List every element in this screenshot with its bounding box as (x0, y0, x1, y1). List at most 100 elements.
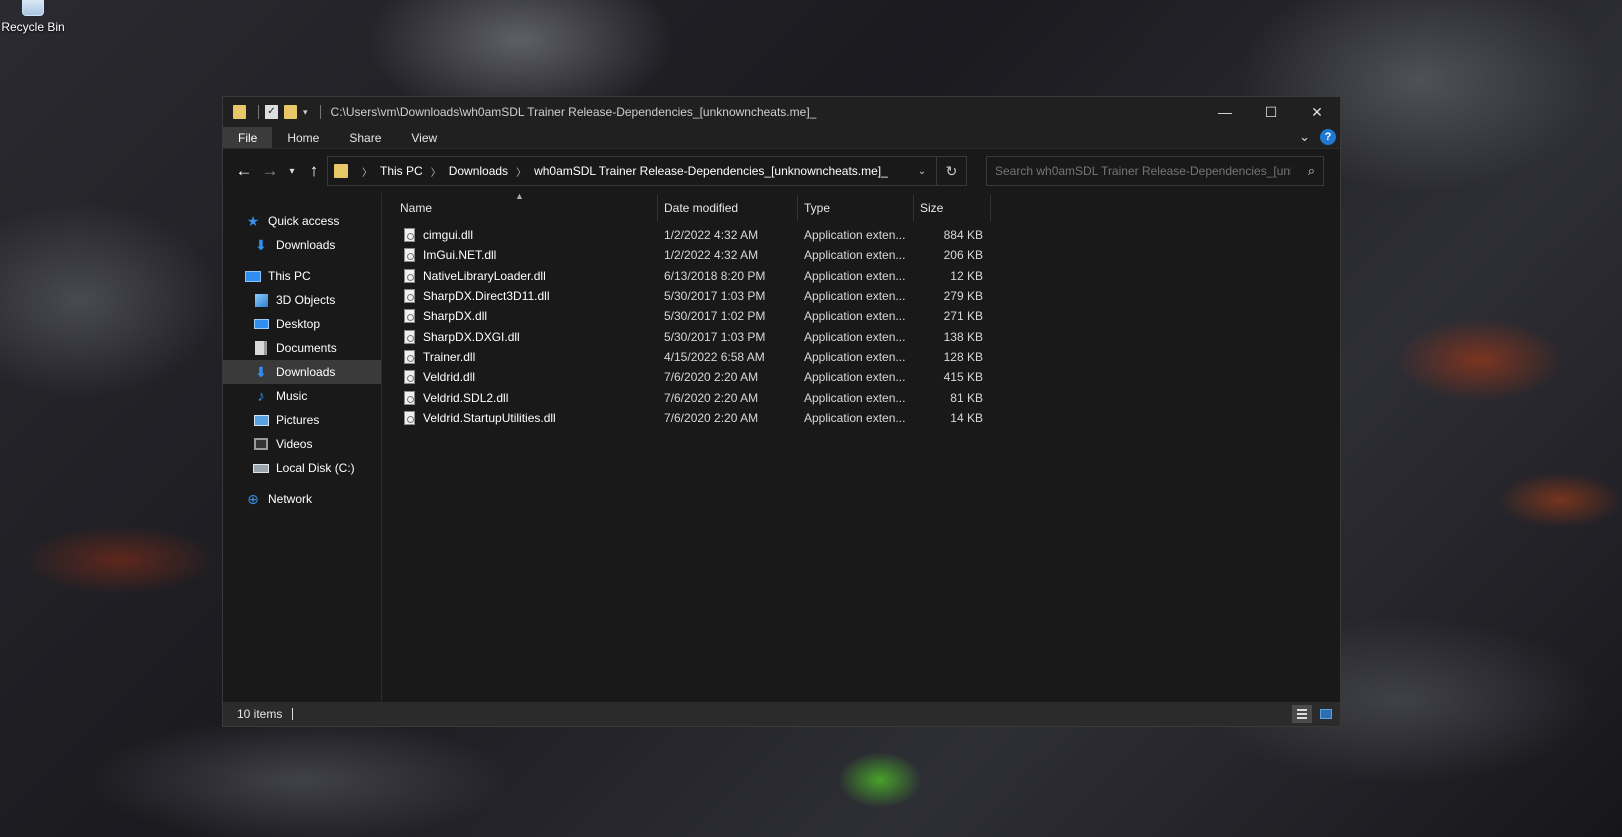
sidebar-item-network[interactable]: ⊕ Network (223, 487, 381, 511)
sidebar-item-this-pc[interactable]: This PC (223, 264, 381, 288)
minimize-button[interactable]: — (1202, 97, 1248, 127)
sidebar-item-3d-objects[interactable]: 3D Objects (223, 288, 381, 312)
up-arrow-icon[interactable]: ↑ (301, 161, 327, 181)
chevron-right-icon[interactable]: 〉 (431, 164, 441, 179)
file-row[interactable]: Veldrid.dll 7/6/2020 2:20 AM Application… (382, 367, 1340, 387)
folder-icon (233, 105, 246, 119)
close-button[interactable]: ✕ (1294, 97, 1340, 127)
file-date: 4/15/2022 6:58 AM (664, 349, 765, 364)
quick-access-dropdown-icon[interactable]: ▾ (303, 107, 308, 118)
sidebar-item-documents[interactable]: Documents (223, 336, 381, 360)
sidebar-item-desktop[interactable]: Desktop (223, 312, 381, 336)
new-folder-icon[interactable] (284, 105, 297, 119)
help-icon[interactable]: ? (1320, 129, 1336, 145)
recycle-bin-desktop-icon[interactable]: Recycle Bin (0, 0, 66, 42)
file-size: 138 KB (943, 329, 983, 344)
file-row[interactable]: SharpDX.DXGI.dll 5/30/2017 1:03 PM Appli… (382, 326, 1340, 346)
forward-arrow-icon[interactable]: → (257, 161, 283, 181)
status-bar: 10 items (223, 702, 1340, 726)
sidebar-item-pictures[interactable]: Pictures (223, 408, 381, 432)
file-name: SharpDX.DXGI.dll (423, 329, 520, 344)
file-date: 5/30/2017 1:03 PM (664, 289, 766, 304)
details-view-button[interactable] (1292, 705, 1312, 723)
file-size: 12 KB (950, 268, 983, 283)
chevron-right-icon[interactable]: 〉 (362, 164, 372, 179)
file-size: 415 KB (943, 370, 983, 385)
file-date: 1/2/2022 4:32 AM (664, 228, 759, 243)
file-name: ImGui.NET.dll (423, 248, 497, 263)
music-note-icon: ♪ (257, 387, 265, 405)
column-header-size[interactable]: Size (914, 195, 991, 221)
tab-home[interactable]: Home (272, 127, 334, 148)
folder-icon (334, 164, 348, 178)
toolbar-separator (319, 105, 321, 119)
file-row[interactable]: Trainer.dll 4/15/2022 6:58 AM Applicatio… (382, 347, 1340, 367)
toolbar-separator (258, 105, 259, 119)
sidebar-item-label: Downloads (276, 365, 336, 379)
dll-file-icon (404, 228, 415, 243)
properties-check-icon[interactable]: ✓ (265, 105, 278, 119)
maximize-button[interactable]: ☐ (1248, 97, 1294, 127)
sidebar-item-downloads-pinned[interactable]: ⬇ Downloads (223, 233, 381, 257)
recent-locations-chevron-icon[interactable]: ▾ (283, 166, 301, 177)
sidebar-item-label: Quick access (268, 214, 340, 228)
ribbon-tabs: File Home Share View ⌄ ? (223, 127, 1340, 149)
sidebar-item-label: Documents (276, 341, 337, 355)
file-row[interactable]: NativeLibraryLoader.dll 6/13/2018 8:20 P… (382, 266, 1340, 286)
column-header-name[interactable]: Name (394, 195, 658, 221)
search-box[interactable]: ⌕ (986, 156, 1324, 186)
file-name: cimgui.dll (423, 228, 474, 243)
search-input[interactable] (995, 164, 1291, 178)
address-dropdown-icon[interactable]: ⌄ (908, 166, 936, 177)
pc-icon (245, 269, 261, 283)
file-type: Application exten... (804, 410, 906, 425)
file-type: Application exten... (804, 309, 906, 324)
file-size: 884 KB (943, 228, 983, 243)
back-arrow-icon[interactable]: ← (231, 161, 257, 181)
file-type: Application exten... (804, 228, 906, 243)
column-headers: ▲ Name Date modified Type Size (382, 191, 1340, 221)
sidebar-item-label: Network (268, 492, 313, 506)
sidebar-item-music[interactable]: ♪ Music (223, 384, 381, 408)
search-icon[interactable]: ⌕ (1308, 163, 1315, 179)
file-row[interactable]: Veldrid.SDL2.dll 7/6/2020 2:20 AM Applic… (382, 387, 1340, 407)
video-icon (253, 437, 269, 451)
sidebar-item-local-disk[interactable]: Local Disk (C:) (223, 456, 381, 480)
column-header-date-modified[interactable]: Date modified (658, 195, 798, 221)
dll-file-icon (404, 309, 415, 324)
download-arrow-icon: ⬇ (255, 236, 267, 253)
sidebar-item-downloads[interactable]: ⬇ Downloads (223, 360, 381, 384)
sidebar-item-quick-access[interactable]: ★ Quick access (223, 209, 381, 233)
file-name: Veldrid.StartupUtilities.dll (423, 410, 556, 425)
breadcrumb-current-folder[interactable]: wh0amSDL Trainer Release-Dependencies_[u… (534, 164, 888, 178)
address-bar[interactable]: 〉 This PC 〉 Downloads 〉 wh0amSDL Trainer… (327, 156, 967, 186)
title-bar[interactable]: ✓ ▾ C:\Users\vm\Downloads\wh0amSDL Train… (223, 97, 1340, 127)
file-row[interactable]: Veldrid.StartupUtilities.dll 7/6/2020 2:… (382, 408, 1340, 428)
file-row[interactable]: SharpDX.dll 5/30/2017 1:02 PM Applicatio… (382, 306, 1340, 326)
tab-share[interactable]: Share (334, 127, 396, 148)
tab-view[interactable]: View (396, 127, 452, 148)
tab-file[interactable]: File (223, 127, 273, 148)
breadcrumb-this-pc[interactable]: This PC (380, 164, 423, 178)
column-header-type[interactable]: Type (798, 195, 914, 221)
sidebar-item-videos[interactable]: Videos (223, 432, 381, 456)
status-separator (292, 708, 294, 720)
large-icons-view-button[interactable] (1316, 705, 1336, 723)
refresh-icon[interactable]: ↻ (936, 157, 966, 185)
file-date: 6/13/2018 8:20 PM (664, 268, 766, 283)
file-name: Trainer.dll (423, 349, 476, 364)
file-row[interactable]: ImGui.NET.dll 1/2/2022 4:32 AM Applicati… (382, 245, 1340, 265)
chevron-right-icon[interactable]: 〉 (516, 164, 526, 179)
file-type: Application exten... (804, 370, 906, 385)
file-row[interactable]: SharpDX.Direct3D11.dll 5/30/2017 1:03 PM… (382, 286, 1340, 306)
file-name: SharpDX.Direct3D11.dll (423, 289, 550, 304)
file-type: Application exten... (804, 349, 906, 364)
sort-ascending-icon: ▲ (515, 191, 524, 201)
file-name: SharpDX.dll (423, 309, 488, 324)
file-type: Application exten... (804, 248, 906, 263)
file-row[interactable]: cimgui.dll 1/2/2022 4:32 AM Application … (382, 225, 1340, 245)
picture-icon (253, 413, 269, 427)
expand-ribbon-chevron-icon[interactable]: ⌄ (1299, 129, 1310, 145)
file-date: 7/6/2020 2:20 AM (664, 370, 759, 385)
breadcrumb-downloads[interactable]: Downloads (449, 164, 508, 178)
